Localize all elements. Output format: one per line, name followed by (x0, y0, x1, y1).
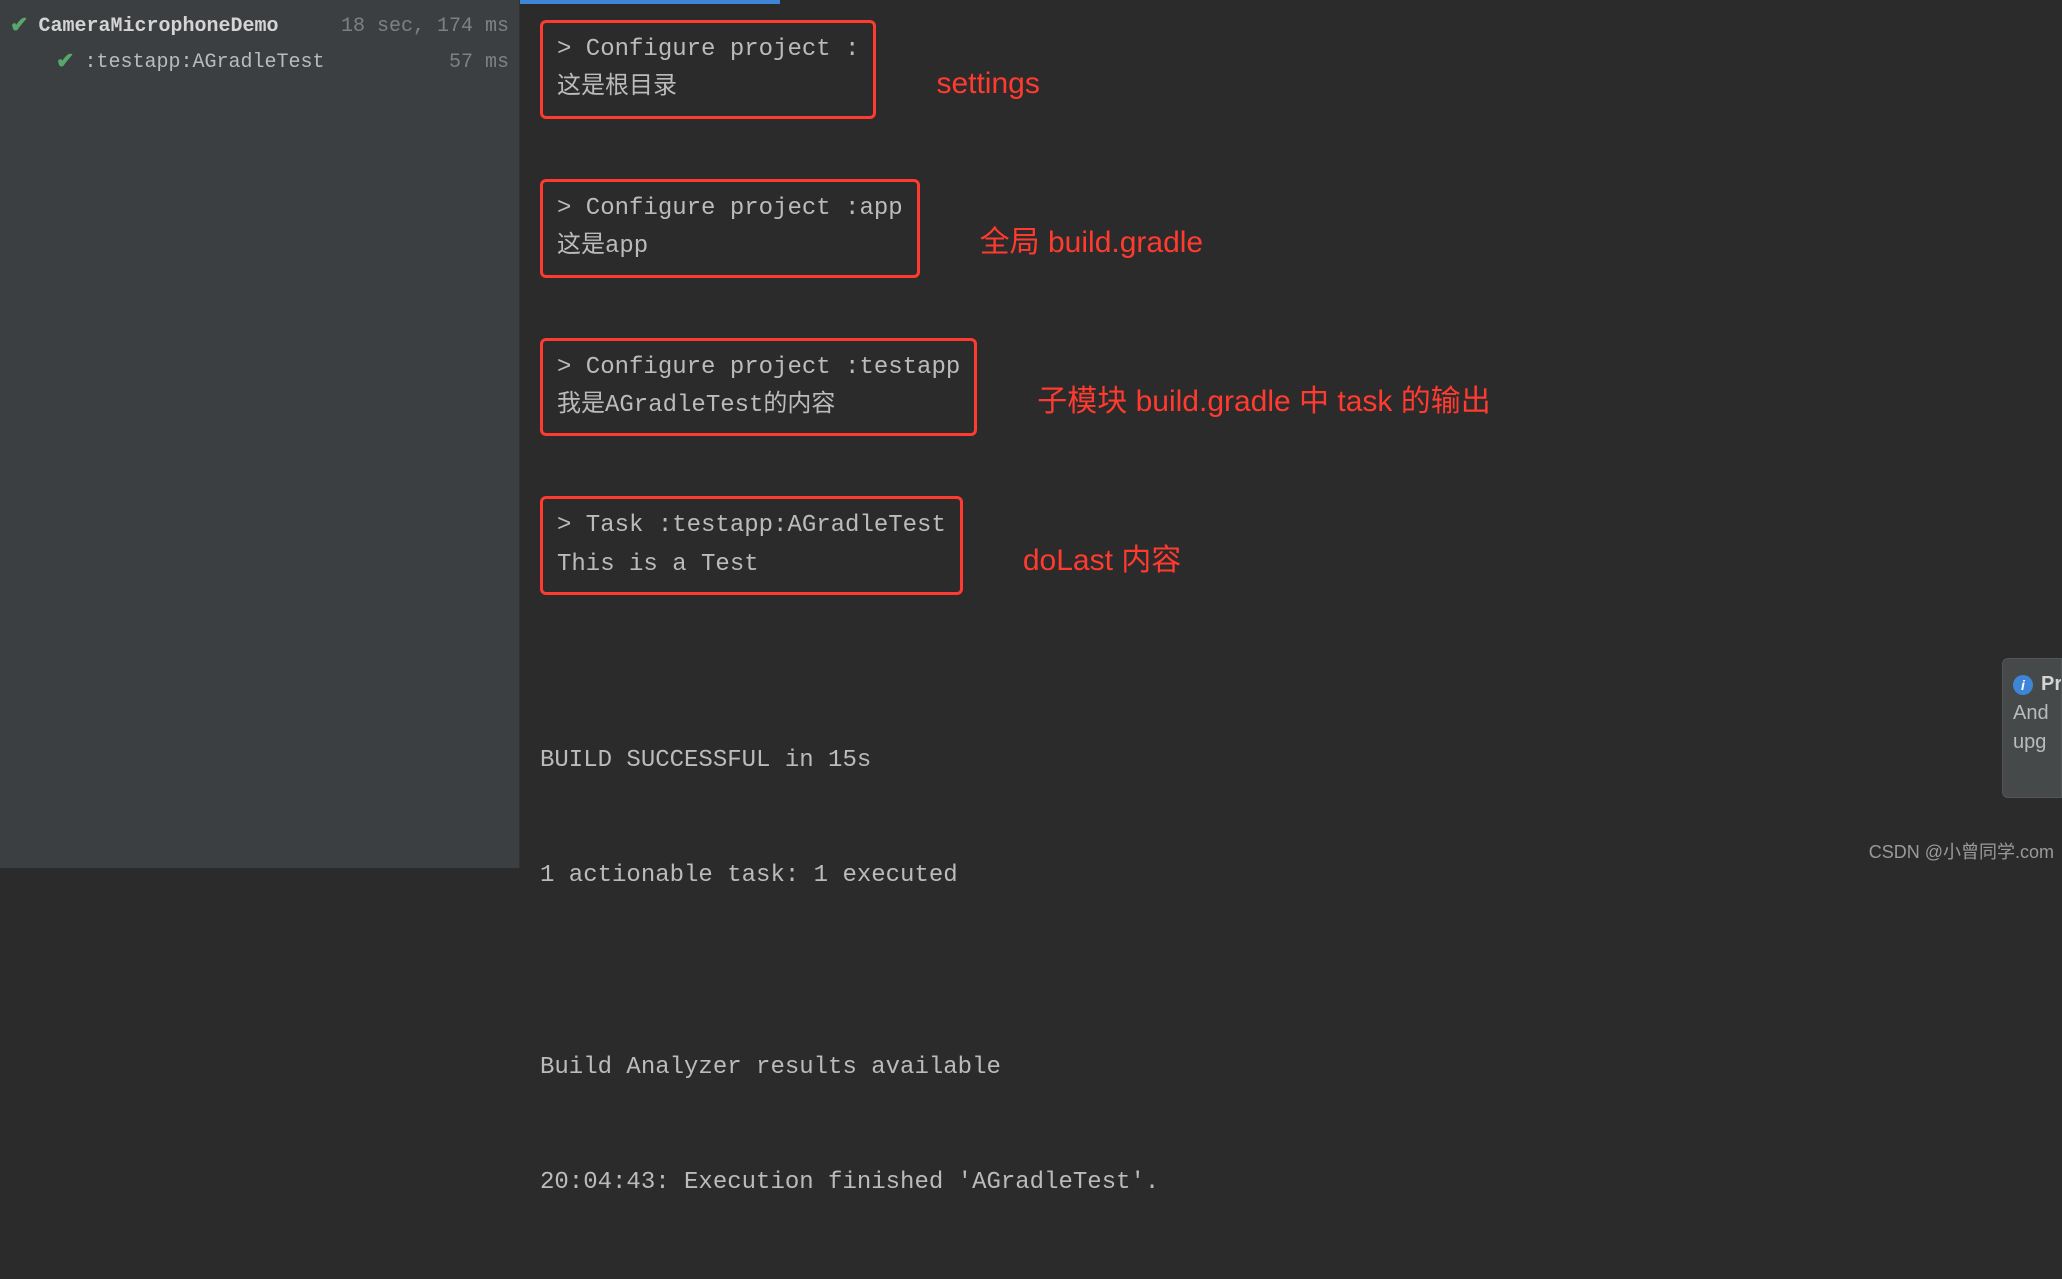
console-line: 我是AGradleTest的内容 (557, 387, 960, 425)
info-icon: i (2013, 675, 2033, 695)
popup-line: upg (2013, 731, 2051, 754)
tree-time: 57 ms (441, 51, 509, 74)
console-output: > Configure project : 这是根目录 settings > C… (520, 0, 2062, 868)
output-line: Build Analyzer results available (540, 1049, 2042, 1087)
tree-label: :testapp:AGradleTest (84, 51, 324, 74)
console-block-configure-root: > Configure project : 这是根目录 (540, 20, 876, 119)
notification-popup[interactable]: i Pro And upg (2002, 658, 2062, 798)
popup-header: i Pro (2013, 673, 2051, 696)
annotation-submodule-task: 子模块 build.gradle 中 task 的输出 (1037, 378, 1490, 426)
console-row: > Configure project :app 这是app 全局 build.… (540, 179, 2042, 308)
console-line: 这是app (557, 228, 903, 266)
console-line: > Configure project :testapp (557, 349, 960, 387)
console-row: > Task :testapp:AGradleTest This is a Te… (540, 496, 2042, 625)
watermark: CSDN @小曾同学.com (1869, 838, 2054, 864)
build-result: BUILD SUCCESSFUL in 15s 1 actionable tas… (540, 665, 2042, 1279)
annotation-global-build: 全局 build.gradle (980, 219, 1203, 267)
tree-time: 18 sec, 174 ms (333, 15, 509, 38)
console-block-configure-testapp: > Configure project :testapp 我是AGradleTe… (540, 338, 977, 437)
console-line: > Configure project : (557, 31, 859, 69)
tree-row-root[interactable]: ✔ CameraMicrophoneDemo 18 sec, 174 ms (0, 8, 519, 44)
tree-row-task[interactable]: ✔ :testapp:AGradleTest 57 ms (0, 44, 519, 80)
console-row: > Configure project : 这是根目录 settings (540, 20, 2042, 149)
check-icon: ✔ (10, 13, 28, 39)
output-line: 20:04:43: Execution finished 'AGradleTes… (540, 1164, 2042, 1202)
annotation-settings: settings (936, 60, 1039, 108)
tree-label: CameraMicrophoneDemo (38, 15, 278, 38)
output-line: BUILD SUCCESSFUL in 15s (540, 742, 2042, 780)
popup-line: And (2013, 702, 2051, 725)
console-row: > Configure project :testapp 我是AGradleTe… (540, 338, 2042, 467)
progress-bar (520, 0, 780, 4)
test-tree-sidebar: ✔ CameraMicrophoneDemo 18 sec, 174 ms ✔ … (0, 0, 520, 868)
annotation-dolast: doLast 内容 (1023, 537, 1181, 585)
console-line: This is a Test (557, 546, 946, 584)
console-line: > Configure project :app (557, 190, 903, 228)
console-block-task: > Task :testapp:AGradleTest This is a Te… (540, 496, 963, 595)
check-icon: ✔ (56, 49, 74, 75)
console-line: > Task :testapp:AGradleTest (557, 507, 946, 545)
console-line: 这是根目录 (557, 69, 859, 107)
console-block-configure-app: > Configure project :app 这是app (540, 179, 920, 278)
output-line: 1 actionable task: 1 executed (540, 857, 2042, 895)
popup-title: Pro (2041, 673, 2062, 696)
